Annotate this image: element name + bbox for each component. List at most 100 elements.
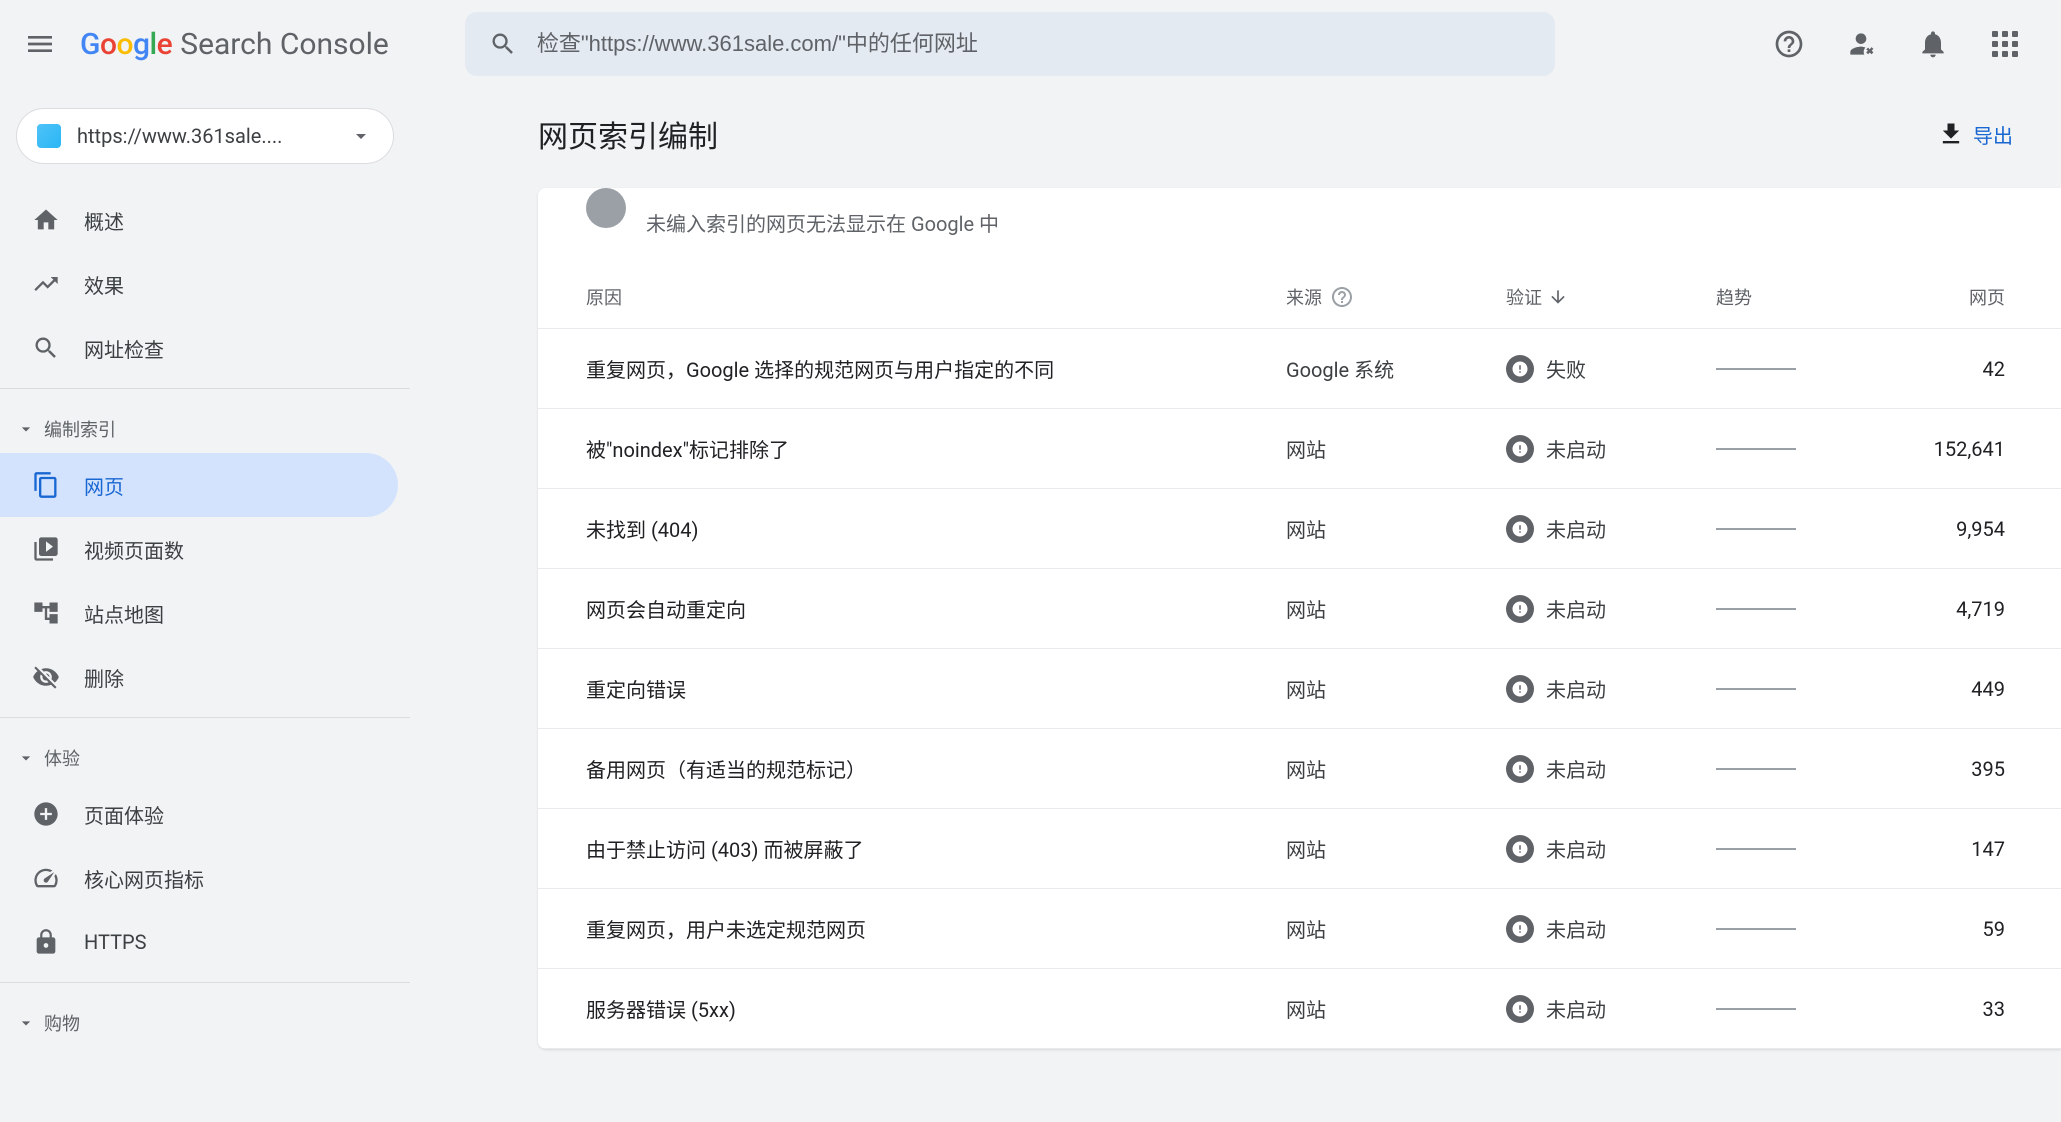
section-label: 体验 [44,745,80,771]
info-text: 未编入索引的网页无法显示在 Google 中 [646,212,999,236]
table-row[interactable]: 重复网页，Google 选择的规范网页与用户指定的不同 Google 系统 失败… [538,329,2061,409]
logo-block[interactable]: Google Search Console [80,27,389,62]
page-header: 网页索引编制 导出 [410,88,2061,188]
search-icon [32,334,60,362]
table-body: 重复网页，Google 选择的规范网页与用户指定的不同 Google 系统 失败… [538,329,2061,1049]
divider [0,982,410,983]
sidebar-item-sitemaps[interactable]: 站点地图 [0,581,398,645]
header-trend[interactable]: 趋势 [1716,284,1886,310]
row-reason: 重定向错误 [586,674,1286,703]
divider [0,388,410,389]
apps-button[interactable] [1981,20,2029,68]
table-row[interactable]: 重复网页，用户未选定规范网页 网站 未启动 59 [538,889,2061,969]
help-icon [1330,285,1354,309]
row-verify: 未启动 [1506,914,1716,943]
property-selector[interactable]: https://www.361sale.... [16,108,394,164]
download-icon [1937,120,1965,148]
row-reason: 由于禁止访问 (403) 而被屏蔽了 [586,834,1286,863]
users-button[interactable] [1837,20,1885,68]
sidebar-item-label: 核心网页指标 [84,864,204,893]
sidebar-item-label: HTTPS [84,930,147,954]
speed-icon [32,864,60,892]
section-shopping[interactable]: 购物 [0,999,410,1047]
sidebar-item-performance[interactable]: 效果 [0,252,398,316]
lock-icon [32,928,60,956]
table-header-row: 原因 来源 验证 趋势 网页 [538,265,2061,329]
info-icon [586,188,626,228]
section-indexing[interactable]: 编制索引 [0,405,410,453]
section-experience[interactable]: 体验 [0,734,410,782]
section-label: 编制索引 [44,416,116,442]
table-row[interactable]: 服务器错误 (5xx) 网站 未启动 33 [538,969,2061,1049]
row-trend [1716,368,1886,370]
sidebar-item-label: 视频页面数 [84,535,184,564]
alert-icon [1506,435,1534,463]
sidebar-item-https[interactable]: HTTPS [0,910,398,974]
alert-icon [1506,595,1534,623]
sidebar-item-label: 网址检查 [84,334,164,363]
row-reason: 被"noindex"标记排除了 [586,434,1286,463]
alert-icon [1506,355,1534,383]
help-icon [1773,28,1805,60]
sidebar-item-url-inspection[interactable]: 网址检查 [0,316,398,380]
export-button[interactable]: 导出 [1937,120,2013,149]
export-label: 导出 [1973,120,2013,149]
google-logo: Google [80,27,172,62]
user-settings-icon [1845,28,1877,60]
row-pages: 9,954 [1886,517,2013,541]
sidebar-item-video[interactable]: 视频页面数 [0,517,398,581]
row-source: 网站 [1286,674,1506,703]
property-label: https://www.361sale.... [77,124,333,148]
table-row[interactable]: 未找到 (404) 网站 未启动 9,954 [538,489,2061,569]
chevron-down-icon [16,1013,36,1033]
table-row[interactable]: 由于禁止访问 (403) 而被屏蔽了 网站 未启动 147 [538,809,2061,889]
search-input[interactable] [537,31,1531,57]
row-verify: 未启动 [1506,674,1716,703]
row-pages: 147 [1886,837,2013,861]
sidebar-item-removals[interactable]: 删除 [0,645,398,709]
row-source: Google 系统 [1286,354,1506,383]
property-favicon [37,124,61,148]
sidebar-item-overview[interactable]: 概述 [0,188,398,252]
video-icon [32,535,60,563]
row-source: 网站 [1286,754,1506,783]
alert-icon [1506,995,1534,1023]
row-verify: 未启动 [1506,594,1716,623]
table-row[interactable]: 被"noindex"标记排除了 网站 未启动 152,641 [538,409,2061,489]
sidebar-item-cwv[interactable]: 核心网页指标 [0,846,398,910]
trending-icon [32,270,60,298]
header-source[interactable]: 来源 [1286,284,1506,310]
row-source: 网站 [1286,994,1506,1023]
sidebar-item-label: 站点地图 [84,599,164,628]
row-source: 网站 [1286,594,1506,623]
row-source: 网站 [1286,834,1506,863]
search-bar[interactable] [465,12,1555,76]
section-label: 购物 [44,1010,80,1036]
sidebar-item-label: 页面体验 [84,800,164,829]
bell-icon [1917,28,1949,60]
help-button[interactable] [1765,20,1813,68]
table-row[interactable]: 网页会自动重定向 网站 未启动 4,719 [538,569,2061,649]
alert-icon [1506,755,1534,783]
menu-button[interactable] [16,20,64,68]
row-source: 网站 [1286,514,1506,543]
sidebar-item-page-experience[interactable]: 页面体验 [0,782,398,846]
page-title: 网页索引编制 [538,112,718,156]
row-source: 网站 [1286,914,1506,943]
index-table-card: 未编入索引的网页无法显示在 Google 中 原因 来源 验证 趋势 网页 重复… [538,188,2061,1049]
header-verify[interactable]: 验证 [1506,284,1716,310]
table-row[interactable]: 重定向错误 网站 未启动 449 [538,649,2061,729]
row-pages: 395 [1886,757,2013,781]
sidebar: https://www.361sale.... 概述 效果 网址检查 编制索引 … [0,88,410,1122]
row-pages: 42 [1886,357,2013,381]
table-row[interactable]: 备用网页（有适当的规范标记） 网站 未启动 395 [538,729,2061,809]
sidebar-item-pages[interactable]: 网页 [0,453,398,517]
header-pages[interactable]: 网页 [1886,284,2013,310]
header-reason[interactable]: 原因 [586,284,1286,310]
visibility-off-icon [32,663,60,691]
alert-icon [1506,835,1534,863]
hamburger-icon [24,28,56,60]
row-reason: 网页会自动重定向 [586,594,1286,623]
row-verify: 未启动 [1506,994,1716,1023]
notifications-button[interactable] [1909,20,1957,68]
